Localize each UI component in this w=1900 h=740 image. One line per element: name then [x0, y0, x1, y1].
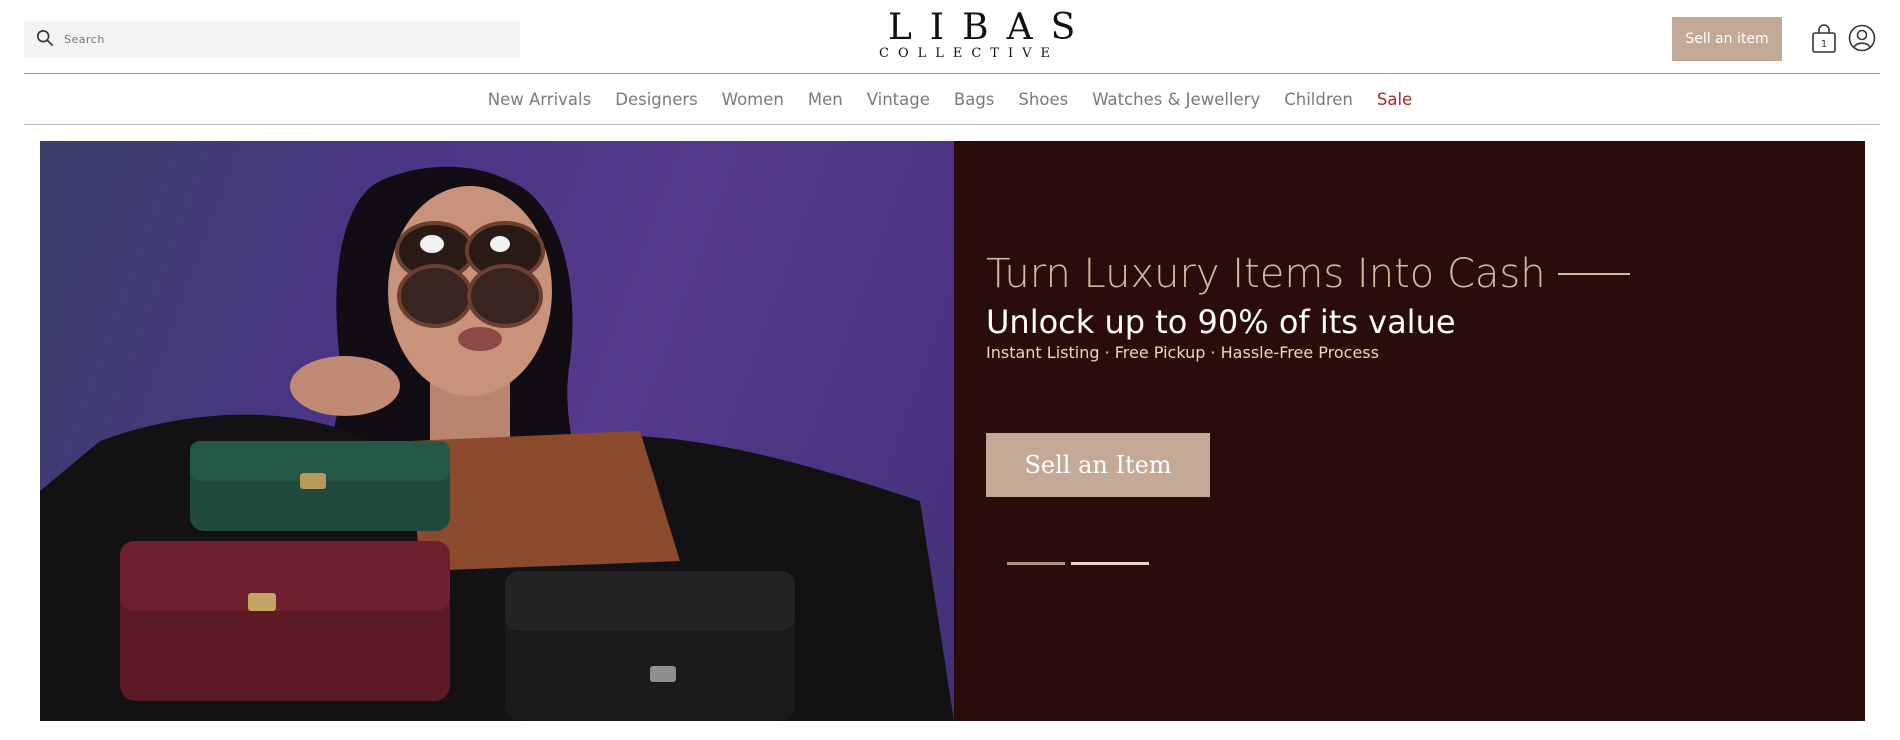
nav-item-sale[interactable]: Sale	[1365, 90, 1424, 109]
brand-logo[interactable]: LIBAS COLLECTIVE	[870, 7, 1094, 66]
nav-item-men[interactable]: Men	[796, 90, 855, 109]
hero-headline: Turn Luxury Items Into Cash	[986, 251, 1630, 297]
logo-wordmark: LIBAS	[888, 7, 1094, 48]
search-input[interactable]	[64, 33, 464, 46]
carousel-indicator[interactable]	[1007, 562, 1065, 565]
nav-item-vintage[interactable]: Vintage	[855, 90, 942, 109]
main-navigation: New Arrivals Designers Women Men Vintage…	[0, 74, 1900, 124]
hero-headline-text: Turn Luxury Items Into Cash	[986, 251, 1546, 297]
carousel-indicator-active[interactable]	[1071, 562, 1149, 565]
search-bar[interactable]	[24, 21, 520, 58]
nav-item-shoes[interactable]: Shoes	[1006, 90, 1080, 109]
carousel-indicators	[1007, 562, 1149, 565]
nav-item-bags[interactable]: Bags	[942, 90, 1007, 109]
nav-item-designers[interactable]: Designers	[603, 90, 710, 109]
nav-item-children[interactable]: Children	[1272, 90, 1365, 109]
hero-banner: Turn Luxury Items Into Cash Unlock up to…	[40, 141, 1865, 721]
nav-item-watches-jewellery[interactable]: Watches & Jewellery	[1080, 90, 1272, 109]
hero-text-block: Turn Luxury Items Into Cash Unlock up to…	[986, 251, 1630, 362]
site-header: LIBAS COLLECTIVE Sell an item 1	[0, 0, 1900, 74]
shopping-bag-icon[interactable]: 1	[1810, 24, 1838, 54]
sell-an-item-button[interactable]: Sell an item	[1672, 17, 1782, 61]
nav-item-new-arrivals[interactable]: New Arrivals	[476, 90, 603, 109]
hero-model-image	[40, 141, 954, 721]
user-account-icon[interactable]	[1848, 24, 1876, 52]
headline-accent-line	[1557, 273, 1630, 275]
search-icon	[36, 29, 54, 51]
hero-sell-item-button[interactable]: Sell an Item	[986, 433, 1210, 497]
hero-subheadline: Unlock up to 90% of its value	[986, 303, 1456, 341]
nav-divider	[24, 124, 1880, 125]
nav-item-women[interactable]: Women	[710, 90, 796, 109]
cart-count: 1	[1821, 39, 1827, 50]
hero-tagline: Instant Listing · Free Pickup · Hassle-F…	[986, 343, 1379, 362]
logo-subtitle: COLLECTIVE	[879, 46, 1059, 61]
